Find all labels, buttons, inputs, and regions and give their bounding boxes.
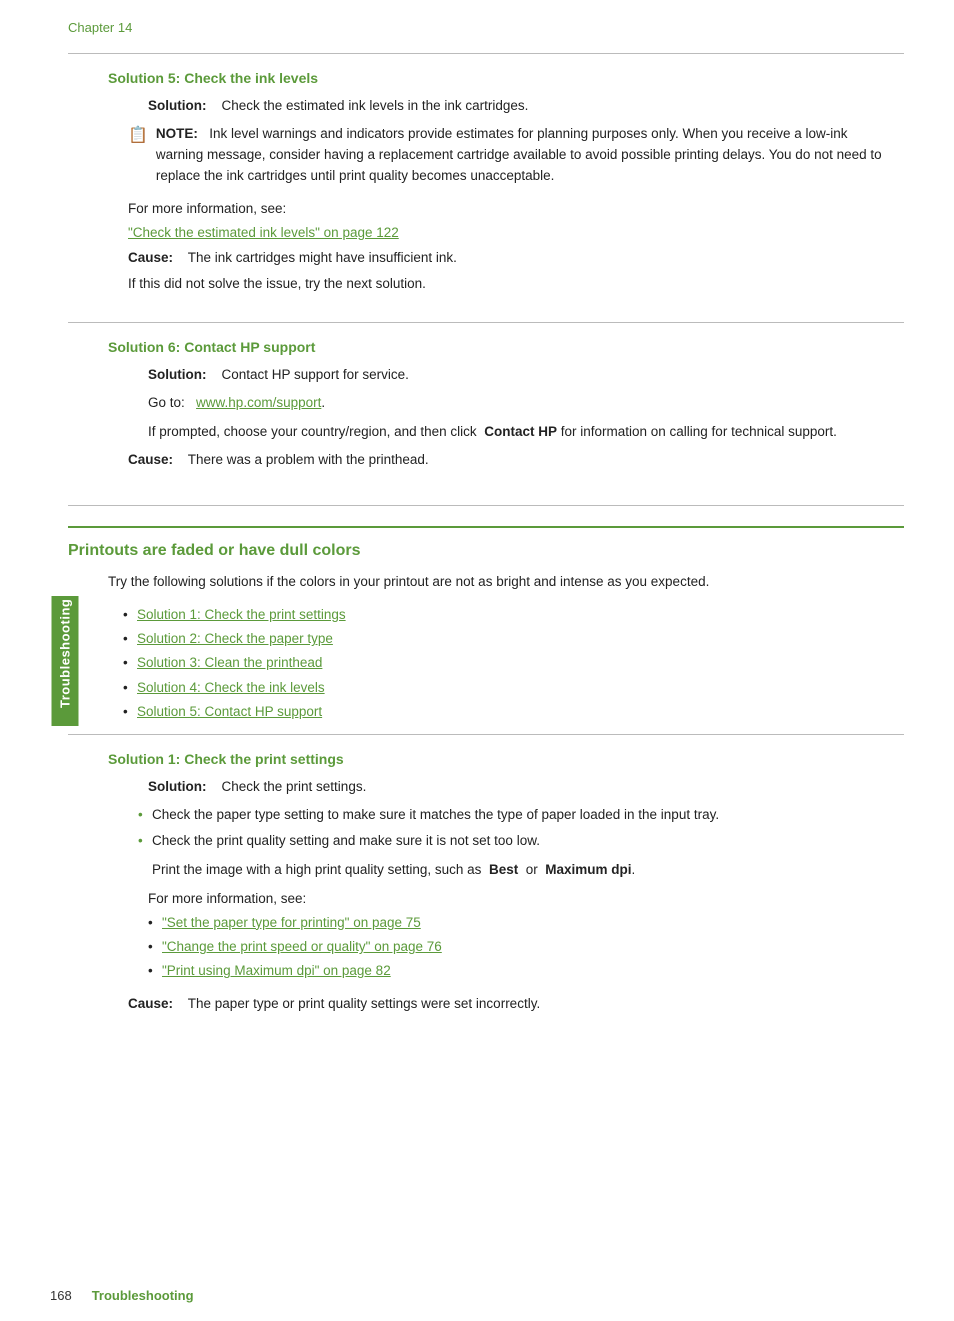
section6-heading: Solution 6: Contact HP support [108, 339, 904, 355]
section6-block: Solution 6: Contact HP support Solution:… [68, 322, 904, 486]
section5-heading: Solution 5: Check the ink levels [108, 70, 904, 86]
print-end: . [632, 862, 636, 877]
section5-for-more: For more information, see: [128, 199, 904, 219]
print-note-text: Print the image with a high print qualit… [152, 862, 481, 877]
section5-note-label: NOTE: [156, 126, 198, 141]
or-text: or [526, 862, 538, 877]
sub-solution1-cause: Cause: The paper type or print quality s… [128, 994, 904, 1014]
sub-solution1-text: Check the print settings. [222, 779, 367, 794]
section6-cause-text: There was a problem with the printhead. [188, 452, 429, 467]
sub-solution1-heading: Solution 1: Check the print settings [108, 751, 904, 767]
section5-cause-text: The ink cartridges might have insufficie… [188, 250, 457, 265]
main-section-heading: Printouts are faded or have dull colors [68, 526, 904, 560]
section5-note-body: Ink level warnings and indicators provid… [156, 126, 882, 183]
section6-for-info: for information on calling for technical… [561, 424, 837, 439]
section6-goto: Go to: www.hp.com/support. [148, 393, 904, 413]
sub-link-2[interactable]: "Change the print speed or quality" on p… [148, 937, 904, 957]
section6-link[interactable]: www.hp.com/support [196, 395, 321, 410]
section5-solution-label: Solution: [148, 98, 206, 113]
main-section-intro: Try the following solutions if the color… [108, 572, 904, 593]
main-section-block: Printouts are faded or have dull colors … [68, 526, 904, 1030]
section5-note-text: NOTE: Ink level warnings and indicators … [156, 124, 884, 187]
section6-goto-label: Go to: [148, 395, 185, 410]
max-dpi-label: Maximum dpi [545, 862, 631, 877]
solutions-list: Solution 1: Check the print settings Sol… [123, 605, 904, 722]
sub-solution1-cause-label: Cause: [128, 996, 173, 1011]
sub-solution1-solution-line: Solution: Check the print settings. [148, 777, 904, 797]
side-tab-troubleshooting: Troubleshooting [52, 596, 79, 726]
section6-if-prompted: If prompted, choose your country/region,… [148, 424, 477, 439]
sub-solution1-block: Solution 1: Check the print settings Sol… [68, 734, 904, 1030]
solutions-list-item[interactable]: Solution 5: Contact HP support [123, 702, 904, 722]
solutions-list-item[interactable]: Solution 4: Check the ink levels [123, 678, 904, 698]
sub-bullet-1: Check the paper type setting to make sur… [138, 805, 904, 826]
best-label: Best [489, 862, 518, 877]
sub-link-3[interactable]: "Print using Maximum dpi" on page 82 [148, 961, 904, 981]
solutions-list-item[interactable]: Solution 3: Clean the printhead [123, 653, 904, 673]
section6-solution-line: Solution: Contact HP support for service… [148, 365, 904, 385]
section5-note-box: 📋 NOTE: Ink level warnings and indicator… [128, 124, 884, 187]
section6-solution-text: Contact HP support for service. [222, 367, 409, 382]
section5-if-not-solve: If this did not solve the issue, try the… [128, 274, 904, 294]
section6-contact-hp: Contact HP [484, 424, 557, 439]
sub-solution1-label: Solution: [148, 779, 206, 794]
sub-for-more: For more information, see: [148, 889, 904, 909]
section5-cause: Cause: The ink cartridges might have ins… [128, 248, 904, 268]
section5-link[interactable]: "Check the estimated ink levels" on page… [128, 223, 904, 243]
sub-bullet-2: Check the print quality setting and make… [138, 831, 904, 852]
footer-chapter-label: Troubleshooting [92, 1288, 194, 1303]
print-note-line: Print the image with a high print qualit… [152, 860, 904, 880]
footer-page-number: 168 [50, 1288, 72, 1303]
sub-solution1-links: "Set the paper type for printing" on pag… [148, 913, 904, 982]
sub-link-1[interactable]: "Set the paper type for printing" on pag… [148, 913, 904, 933]
sub-solution1-bullets: Check the paper type setting to make sur… [138, 805, 904, 852]
section6-cause-label: Cause: [128, 452, 173, 467]
section5-block: Solution 5: Check the ink levels Solutio… [68, 53, 904, 294]
sub-solution1-cause-text: The paper type or print quality settings… [188, 996, 540, 1011]
solutions-list-item[interactable]: Solution 2: Check the paper type [123, 629, 904, 649]
section5-cause-label: Cause: [128, 250, 173, 265]
note-icon: 📋 [128, 124, 148, 187]
section6-cause: Cause: There was a problem with the prin… [128, 450, 904, 470]
section6-prompted: If prompted, choose your country/region,… [148, 422, 904, 442]
section5-solution-text: Check the estimated ink levels in the in… [222, 98, 529, 113]
page-footer: 168 Troubleshooting [50, 1288, 194, 1303]
chapter-label: Chapter 14 [68, 20, 904, 35]
section6-solution-label: Solution: [148, 367, 206, 382]
section5-solution-line: Solution: Check the estimated ink levels… [148, 96, 904, 116]
solutions-list-item[interactable]: Solution 1: Check the print settings [123, 605, 904, 625]
